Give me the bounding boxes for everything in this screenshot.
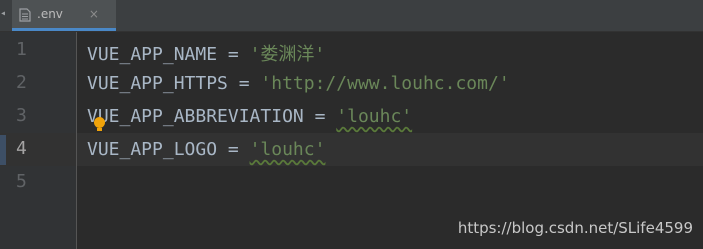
assign-operator: = xyxy=(227,73,261,94)
chevron-left-icon[interactable]: ◂ xyxy=(0,9,6,19)
line-number-gutter[interactable]: 1 2 3 4 5 xyxy=(0,32,77,249)
gutter-row: 2 xyxy=(0,67,76,100)
lightbulb-icon[interactable] xyxy=(94,117,105,131)
change-marker[interactable] xyxy=(0,135,6,165)
assign-operator: = xyxy=(217,44,250,65)
gutter-row: 1 xyxy=(0,34,76,67)
line-number: 3 xyxy=(16,105,27,126)
gutter-row: 5 xyxy=(0,166,76,199)
tab-env-file[interactable]: .env × xyxy=(12,0,116,31)
env-value: 'louhc' xyxy=(336,106,413,127)
env-key: VUE_APP_HTTPS xyxy=(87,73,228,94)
editor-tab-bar: ◂ .env × xyxy=(0,0,703,32)
env-value: 'http://www.louhc.com/' xyxy=(260,73,510,94)
code-line[interactable]: VUE_APP_HTTPS = 'http://www.louhc.com/' xyxy=(77,67,703,100)
code-line[interactable]: VUE_APP_ABBREVIATION = 'louhc' xyxy=(77,100,703,133)
code-line-text: VUE_APP_HTTPS = 'http://www.louhc.com/' xyxy=(87,73,510,94)
env-key: VUE_APP_ABBREVIATION xyxy=(87,106,304,127)
line-number-current: 4 xyxy=(16,138,27,159)
assign-operator: = xyxy=(303,106,337,127)
code-line-text: VUE_APP_ABBREVIATION = 'louhc' xyxy=(87,106,412,127)
env-key: VUE_APP_LOGO xyxy=(87,139,218,160)
code-editor[interactable]: VUE_APP_NAME = '娄渊洋' VUE_APP_HTTPS = 'ht… xyxy=(77,32,703,249)
watermark-text: https://blog.csdn.net/SLife4599 xyxy=(457,219,693,237)
env-key: VUE_APP_NAME xyxy=(87,44,218,65)
env-value: '娄渊洋' xyxy=(249,44,326,65)
line-number: 5 xyxy=(16,171,27,192)
document-icon xyxy=(19,7,31,22)
code-line-text: VUE_APP_NAME = '娄渊洋' xyxy=(87,40,325,66)
code-line-text: VUE_APP_LOGO = 'louhc' xyxy=(87,139,325,160)
close-icon[interactable]: × xyxy=(89,7,99,21)
code-line[interactable]: VUE_APP_NAME = '娄渊洋' xyxy=(77,34,703,67)
code-line-current[interactable]: VUE_APP_LOGO = 'louhc' xyxy=(77,133,703,166)
gutter-row-current: 4 xyxy=(0,133,76,166)
gutter-row: 3 xyxy=(0,100,76,133)
code-line[interactable] xyxy=(77,166,703,199)
line-number: 1 xyxy=(16,39,27,60)
env-value: 'louhc' xyxy=(249,139,326,160)
line-number: 2 xyxy=(16,72,27,93)
tab-filename: .env xyxy=(37,7,63,21)
assign-operator: = xyxy=(217,139,250,160)
